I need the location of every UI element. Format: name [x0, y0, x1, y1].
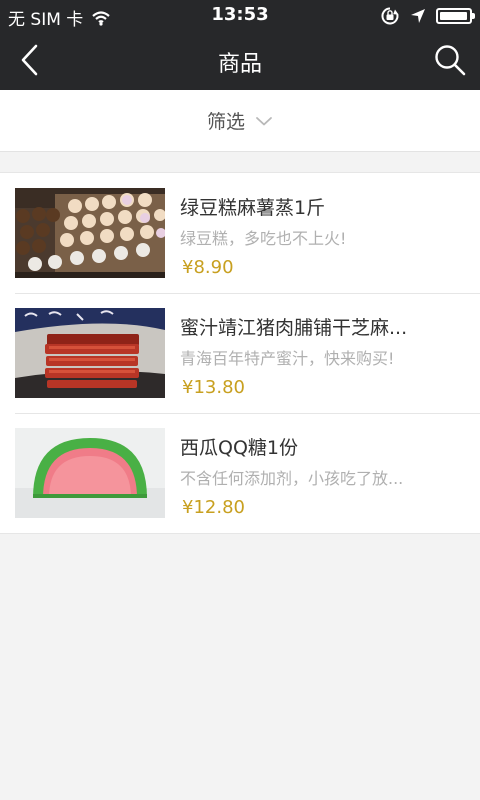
battery-icon	[436, 8, 475, 24]
battery-level	[440, 12, 467, 20]
filter-label: 筛选	[206, 111, 245, 133]
filter-dropdown[interactable]: 筛选	[0, 90, 480, 152]
product-description: 青海百年特产蜜汁，快来购买!	[180, 349, 395, 368]
product-item[interactable]: 蜜汁靖江猪肉脯铺干芝麻... 青海百年特产蜜汁，快来购买! ¥13.80	[0, 293, 480, 413]
product-image-mochi	[15, 188, 165, 278]
status-right	[380, 6, 475, 26]
product-price: ¥8.90	[182, 257, 234, 278]
product-title: 绿豆糕麻薯蒸1斤	[180, 197, 326, 219]
page-title: 商品	[217, 52, 262, 77]
product-image-watermelon-candy	[15, 428, 165, 518]
search-icon	[435, 45, 466, 76]
product-title: 西瓜QQ糖1份	[180, 437, 298, 459]
orientation-lock-icon	[381, 7, 399, 25]
chevron-down-icon	[256, 116, 272, 125]
status-bar: 无 SIM 卡 13:53	[0, 0, 480, 30]
product-image-pork-jerky	[15, 308, 165, 398]
product-price: ¥12.80	[182, 497, 245, 518]
product-description: 绿豆糕，多吃也不上火!	[180, 229, 347, 248]
search-button[interactable]	[428, 38, 472, 82]
product-price: ¥13.80	[182, 377, 245, 398]
nav-bar: 商品	[0, 30, 480, 90]
product-list: 绿豆糕麻薯蒸1斤 绿豆糕，多吃也不上火! ¥8.90 蜜汁靖江猪肉脯铺干芝麻..…	[0, 172, 480, 534]
location-arrow-icon	[411, 9, 425, 23]
product-item[interactable]: 西瓜QQ糖1份 不含任何添加剂，小孩吃了放... ¥12.80	[0, 413, 480, 533]
product-description: 不含任何添加剂，小孩吃了放...	[180, 469, 404, 488]
product-title: 蜜汁靖江猪肉脯铺干芝麻...	[180, 317, 408, 339]
product-item[interactable]: 绿豆糕麻薯蒸1斤 绿豆糕，多吃也不上火! ¥8.90	[0, 173, 480, 293]
